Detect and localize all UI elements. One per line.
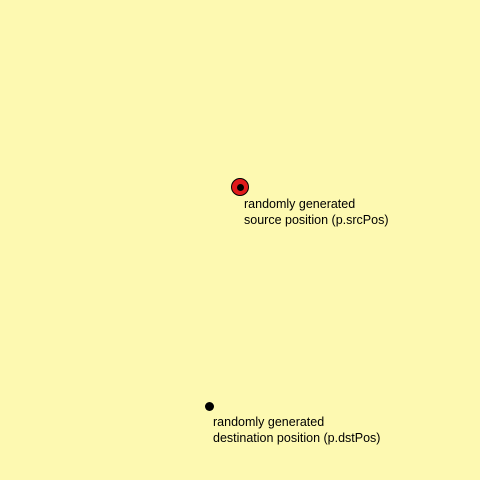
destination-label-line2: destination position (p.dstPos) [213,431,381,445]
source-position-label: randomly generated source position (p.sr… [244,196,389,228]
destination-position-icon [205,402,214,411]
destination-label-line1: randomly generated [213,415,325,429]
simulation-canvas: randomly generated source position (p.sr… [0,0,480,480]
source-label-line2: source position (p.srcPos) [244,213,389,227]
source-label-line1: randomly generated [244,197,356,211]
source-position-center [236,183,244,191]
source-position-icon [231,178,249,196]
destination-position-label: randomly generated destination position … [213,414,380,446]
